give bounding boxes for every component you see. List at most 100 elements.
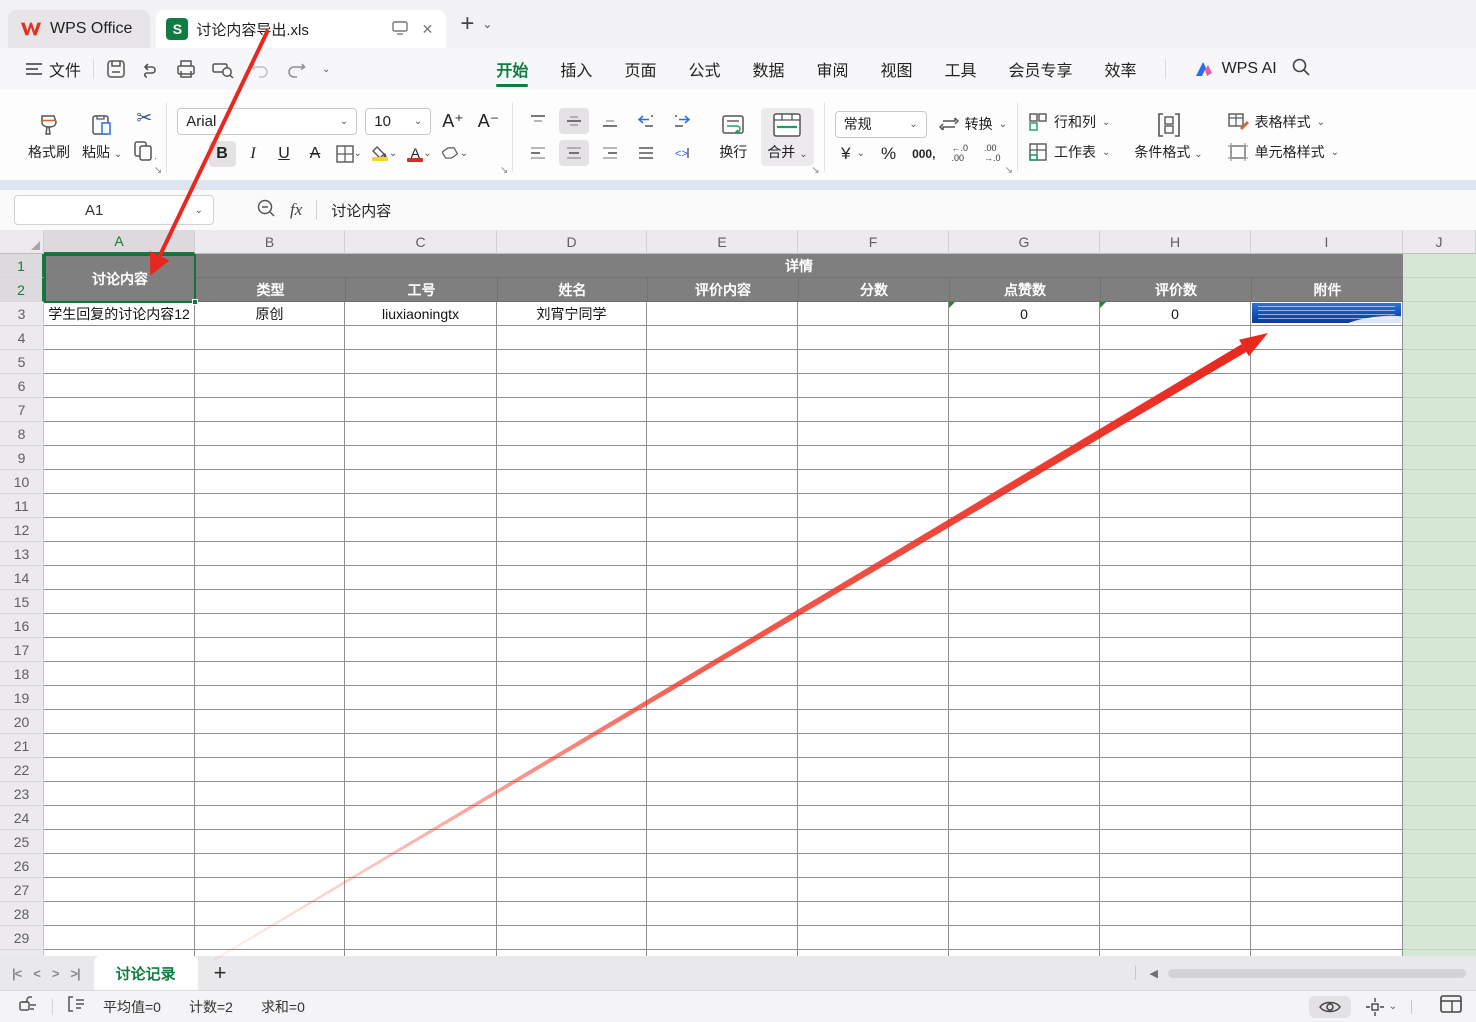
grid-cell-C9[interactable] [345, 446, 497, 470]
grid-cell-B6[interactable] [195, 374, 345, 398]
sheet-tab-active[interactable]: 讨论记录 [94, 956, 198, 990]
horizontal-scrollbar[interactable] [1168, 969, 1466, 978]
undo-icon[interactable] [250, 60, 270, 78]
row-header-5[interactable]: 5 [0, 350, 44, 374]
grid-cell-I17[interactable] [1251, 638, 1403, 662]
grid-cell-A23[interactable] [44, 782, 195, 806]
grid-cell-H28[interactable] [1100, 902, 1251, 926]
grid-cell-D27[interactable] [497, 878, 647, 902]
grid-cell-I19[interactable] [1251, 686, 1403, 710]
grid-cell-H14[interactable] [1100, 566, 1251, 590]
grid-cell-A21[interactable] [44, 734, 195, 758]
first-sheet-icon[interactable]: |< [12, 966, 21, 981]
align-bottom-icon[interactable] [595, 108, 625, 134]
row-header-7[interactable]: 7 [0, 398, 44, 422]
grid-cell-B27[interactable] [195, 878, 345, 902]
grid-cell-G7[interactable] [949, 398, 1100, 422]
grid-cell-F16[interactable] [798, 614, 949, 638]
insert-function-icon[interactable]: fx [290, 200, 302, 220]
grid-cell-E25[interactable] [647, 830, 798, 854]
grid-cell-G9[interactable] [949, 446, 1100, 470]
grid-cell-G18[interactable] [949, 662, 1100, 686]
row-header-20[interactable]: 20 [0, 710, 44, 734]
grid-cell-E9[interactable] [647, 446, 798, 470]
grid-cell-D21[interactable] [497, 734, 647, 758]
grid-cell-H20[interactable] [1100, 710, 1251, 734]
grid-cell-D11[interactable] [497, 494, 647, 518]
grid-cell-B21[interactable] [195, 734, 345, 758]
grid-cell-C13[interactable] [345, 542, 497, 566]
grid-cell-E12[interactable] [647, 518, 798, 542]
align-top-icon[interactable] [523, 108, 553, 134]
grid-cell-A11[interactable] [44, 494, 195, 518]
cell-name-box[interactable]: A1 ⌄ [14, 195, 214, 225]
rows-columns-button[interactable]: 行和列⌄ [1028, 112, 1110, 132]
dialog-launcher-icon[interactable]: ↘ [154, 165, 162, 176]
percent-format-icon[interactable]: % [881, 144, 896, 164]
grid-cell-E18[interactable] [647, 662, 798, 686]
increase-indent-icon[interactable] [667, 108, 697, 134]
grid-cell-G11[interactable] [949, 494, 1100, 518]
grid-cell-A18[interactable] [44, 662, 195, 686]
grid-cell-E13[interactable] [647, 542, 798, 566]
grid-cell-H6[interactable] [1100, 374, 1251, 398]
grid-cell-J27[interactable] [1403, 878, 1476, 902]
grid-cell-B12[interactable] [195, 518, 345, 542]
layout-grid-icon[interactable] [1440, 995, 1462, 1018]
grid-cell-F25[interactable] [798, 830, 949, 854]
grid-cell-C5[interactable] [345, 350, 497, 374]
share-screen-icon[interactable] [389, 21, 411, 38]
grid-cell-J28[interactable] [1403, 902, 1476, 926]
grid-cell-E14[interactable] [647, 566, 798, 590]
grid-cell-C4[interactable] [345, 326, 497, 350]
grid-cell-B18[interactable] [195, 662, 345, 686]
grid-cell-I11[interactable] [1251, 494, 1403, 518]
column-header-D[interactable]: D [497, 230, 647, 254]
add-sheet-button[interactable]: + [214, 960, 227, 986]
fill-color-button[interactable]: ⌄ [369, 141, 400, 167]
grid-cell-J1[interactable] [1403, 254, 1476, 278]
grid-cell-B20[interactable] [195, 710, 345, 734]
column-header-B[interactable]: B [195, 230, 345, 254]
grid-cell-J29[interactable] [1403, 926, 1476, 950]
grid-cell-A29[interactable] [44, 926, 195, 950]
column-header-F[interactable]: F [798, 230, 949, 254]
grid-cell-C23[interactable] [345, 782, 497, 806]
grid-cell-B25[interactable] [195, 830, 345, 854]
grid-cell-H19[interactable] [1100, 686, 1251, 710]
grid-cell-H12[interactable] [1100, 518, 1251, 542]
grid-cell-E19[interactable] [647, 686, 798, 710]
grid-cell-D6[interactable] [497, 374, 647, 398]
grid-cell-D4[interactable] [497, 326, 647, 350]
grid-cell-C12[interactable] [345, 518, 497, 542]
grid-cell-F27[interactable] [798, 878, 949, 902]
zoom-formula-icon[interactable] [256, 198, 276, 223]
grid-cell-A25[interactable] [44, 830, 195, 854]
grid-cell-E26[interactable] [647, 854, 798, 878]
grid-cell-I18[interactable] [1251, 662, 1403, 686]
grid-cell-A13[interactable] [44, 542, 195, 566]
grid-cell-B9[interactable] [195, 446, 345, 470]
row-header-19[interactable]: 19 [0, 686, 44, 710]
grid-cell-I16[interactable] [1251, 614, 1403, 638]
grid-cell-D7[interactable] [497, 398, 647, 422]
grid-cell-F21[interactable] [798, 734, 949, 758]
grid-cell-B28[interactable] [195, 902, 345, 926]
grid-cell-I22[interactable] [1251, 758, 1403, 782]
decrease-font-icon[interactable]: A⁻ [475, 108, 503, 134]
grid-cell-J18[interactable] [1403, 662, 1476, 686]
grid-cell-E28[interactable] [647, 902, 798, 926]
grid-cell-J16[interactable] [1403, 614, 1476, 638]
tab-list-chevron-icon[interactable]: ⌄ [482, 17, 492, 31]
grid-cell-D19[interactable] [497, 686, 647, 710]
grid-cell-C22[interactable] [345, 758, 497, 782]
grid-cell-B15[interactable] [195, 590, 345, 614]
grid-cell-J25[interactable] [1403, 830, 1476, 854]
grid-cell-J19[interactable] [1403, 686, 1476, 710]
grid-cell-E23[interactable] [647, 782, 798, 806]
grid-cell-D13[interactable] [497, 542, 647, 566]
row-header-6[interactable]: 6 [0, 374, 44, 398]
table-style-button[interactable]: 表格样式⌄ [1227, 112, 1339, 132]
grid-cell-F8[interactable] [798, 422, 949, 446]
grid-cell-A6[interactable] [44, 374, 195, 398]
